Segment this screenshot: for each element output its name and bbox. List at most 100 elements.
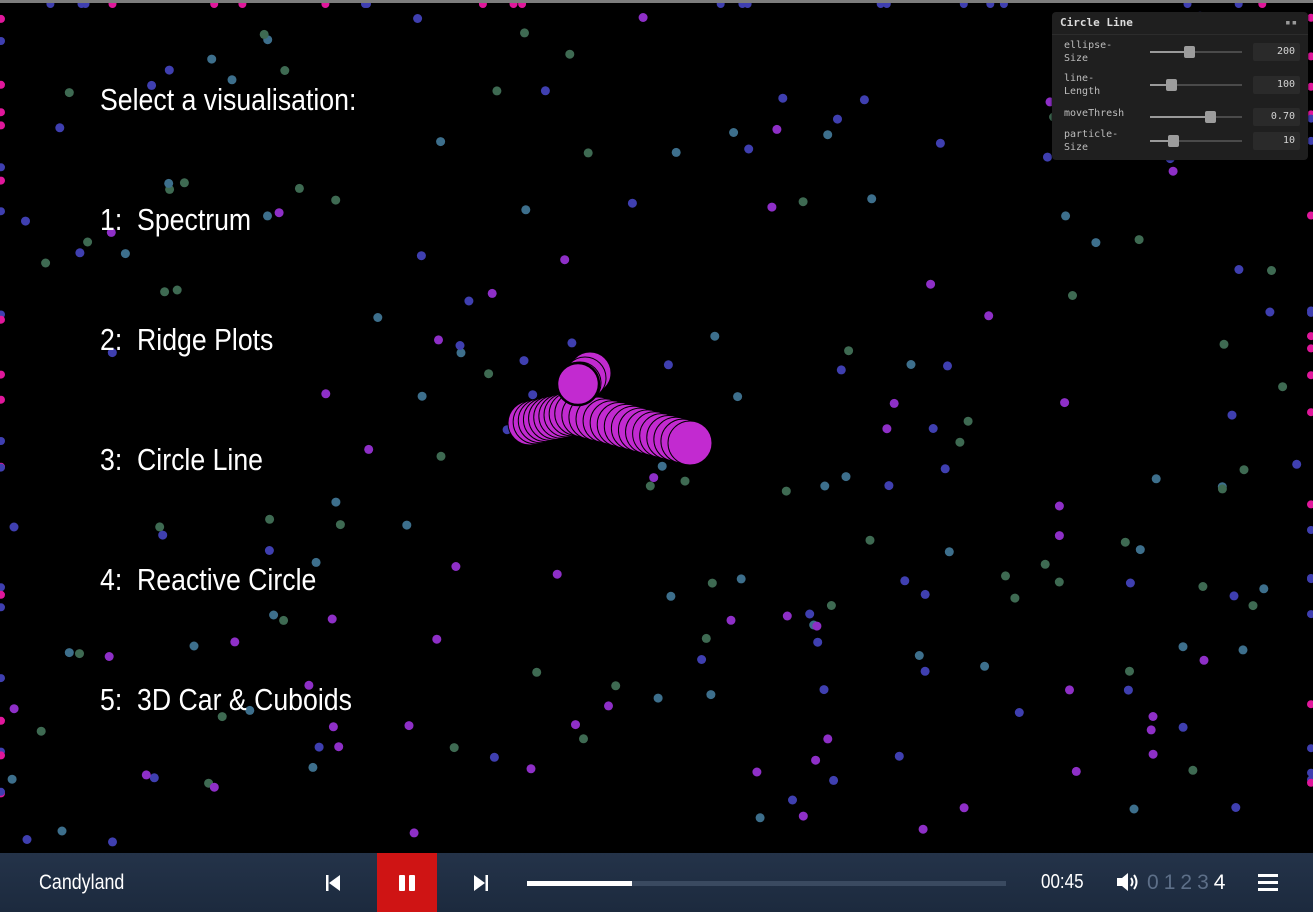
edge-particle <box>1307 744 1313 753</box>
volume-level-2[interactable]: 2 <box>1180 871 1192 894</box>
slider-knob[interactable] <box>1166 79 1178 91</box>
particle <box>710 331 720 341</box>
player-bar: Candyland 00:45 01234 <box>0 853 1313 912</box>
particle <box>451 562 461 571</box>
particle-size-value[interactable]: 10 <box>1253 132 1300 150</box>
edge-particle <box>0 674 5 683</box>
ellipse-size-slider[interactable] <box>1150 46 1242 58</box>
particle <box>449 743 459 753</box>
particle-size-control: particle- Size 10 <box>1052 128 1308 154</box>
settings-panel-header[interactable]: Circle Line ▪▪ <box>1052 12 1308 35</box>
particle <box>928 424 938 433</box>
edge-particle <box>986 3 995 8</box>
pause-button[interactable] <box>377 853 437 912</box>
control-label: particle- Size <box>1064 129 1119 153</box>
edge-particle <box>876 3 885 8</box>
particle <box>778 93 788 103</box>
particle <box>583 148 593 158</box>
particle <box>64 648 74 658</box>
particle <box>1238 645 1248 655</box>
edge-particle <box>0 603 5 612</box>
ellipse-size-value[interactable]: 200 <box>1253 43 1300 61</box>
particle <box>707 578 717 588</box>
particle <box>484 369 494 379</box>
edge-particle <box>0 583 5 592</box>
particle <box>1091 238 1101 248</box>
particle <box>521 205 531 215</box>
previous-track-button[interactable] <box>318 853 348 912</box>
particle <box>108 837 117 847</box>
menu-item-ridge-plots[interactable]: 2: Ridge Plots <box>100 320 356 360</box>
particle <box>894 751 904 761</box>
particle <box>611 681 621 691</box>
particle <box>680 476 690 486</box>
edge-particle <box>1307 500 1313 509</box>
volume-level-0[interactable]: 0 <box>1147 871 1159 894</box>
particle <box>1229 591 1239 601</box>
particle <box>701 633 711 643</box>
particle <box>416 251 426 261</box>
particle <box>464 296 474 306</box>
particle <box>1014 708 1024 717</box>
slider-knob[interactable] <box>1204 111 1216 123</box>
edge-particle <box>1307 408 1313 417</box>
particle <box>75 248 85 258</box>
particle <box>149 773 159 783</box>
particle <box>744 144 754 154</box>
line-length-slider[interactable] <box>1150 79 1242 91</box>
skip-back-icon <box>326 874 340 891</box>
menu-item-spectrum[interactable]: 1: Spectrum <box>100 200 356 240</box>
particle <box>209 782 219 792</box>
particle <box>653 693 663 703</box>
particle <box>560 255 570 265</box>
particle <box>532 667 542 677</box>
particle <box>1178 722 1188 732</box>
collapse-icon[interactable]: ▪▪ <box>1285 12 1298 34</box>
line-length-value[interactable]: 100 <box>1253 76 1300 94</box>
particle <box>21 216 30 226</box>
particle <box>364 444 374 454</box>
menu-item-reactive-circle[interactable]: 4: Reactive Circle <box>100 560 356 600</box>
particle <box>571 720 580 730</box>
trail-circle <box>667 420 713 466</box>
particle <box>64 88 74 98</box>
particle <box>1168 166 1178 176</box>
menu-item-3d-car-cuboids[interactable]: 5: 3D Car & Cuboids <box>100 680 356 720</box>
particle <box>671 147 681 157</box>
particle <box>1239 465 1249 475</box>
volume-level-3[interactable]: 3 <box>1197 871 1209 894</box>
particle <box>666 591 676 601</box>
particle <box>41 258 51 268</box>
particle <box>7 774 17 784</box>
volume-level-4[interactable]: 4 <box>1214 871 1226 894</box>
particle <box>1061 211 1071 221</box>
particle-size-slider[interactable] <box>1150 135 1242 147</box>
particle <box>1135 545 1145 555</box>
progress-bar[interactable] <box>527 881 1006 886</box>
particle <box>884 481 894 491</box>
next-track-button[interactable] <box>466 853 496 912</box>
particle <box>434 335 443 345</box>
particle <box>528 390 538 400</box>
slider-knob[interactable] <box>1168 135 1179 147</box>
skip-forward-icon <box>474 874 488 891</box>
particle <box>1146 725 1156 735</box>
particle <box>1188 765 1198 775</box>
move-thresh-value[interactable]: 0.70 <box>1253 108 1300 126</box>
particle <box>436 451 446 461</box>
menu-item-circle-line[interactable]: 3: Circle Line <box>100 440 356 480</box>
edge-particle <box>0 716 5 725</box>
particle <box>402 520 412 530</box>
particle <box>813 637 823 647</box>
particle <box>812 621 822 631</box>
particle <box>920 589 930 599</box>
hamburger-menu-icon[interactable] <box>1257 872 1279 892</box>
edge-particle <box>46 3 55 8</box>
edge-particle <box>0 370 5 379</box>
edge-particle <box>0 14 5 23</box>
particle <box>57 826 67 836</box>
move-thresh-slider[interactable] <box>1150 111 1242 123</box>
slider-knob[interactable] <box>1183 46 1195 58</box>
speaker-icon[interactable] <box>1115 870 1141 894</box>
volume-level-1[interactable]: 1 <box>1164 871 1176 894</box>
